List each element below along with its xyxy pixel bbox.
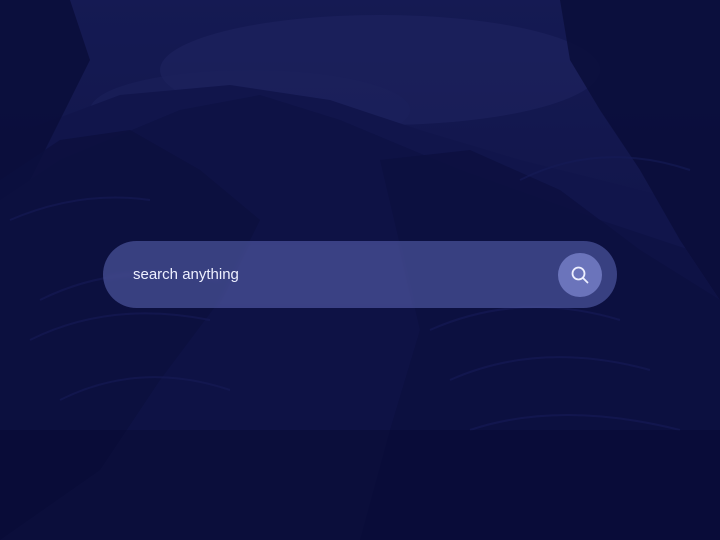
search-icon [571, 266, 589, 283]
search-bar [103, 241, 617, 308]
search-input[interactable] [133, 241, 558, 308]
search-button[interactable] [558, 252, 602, 297]
